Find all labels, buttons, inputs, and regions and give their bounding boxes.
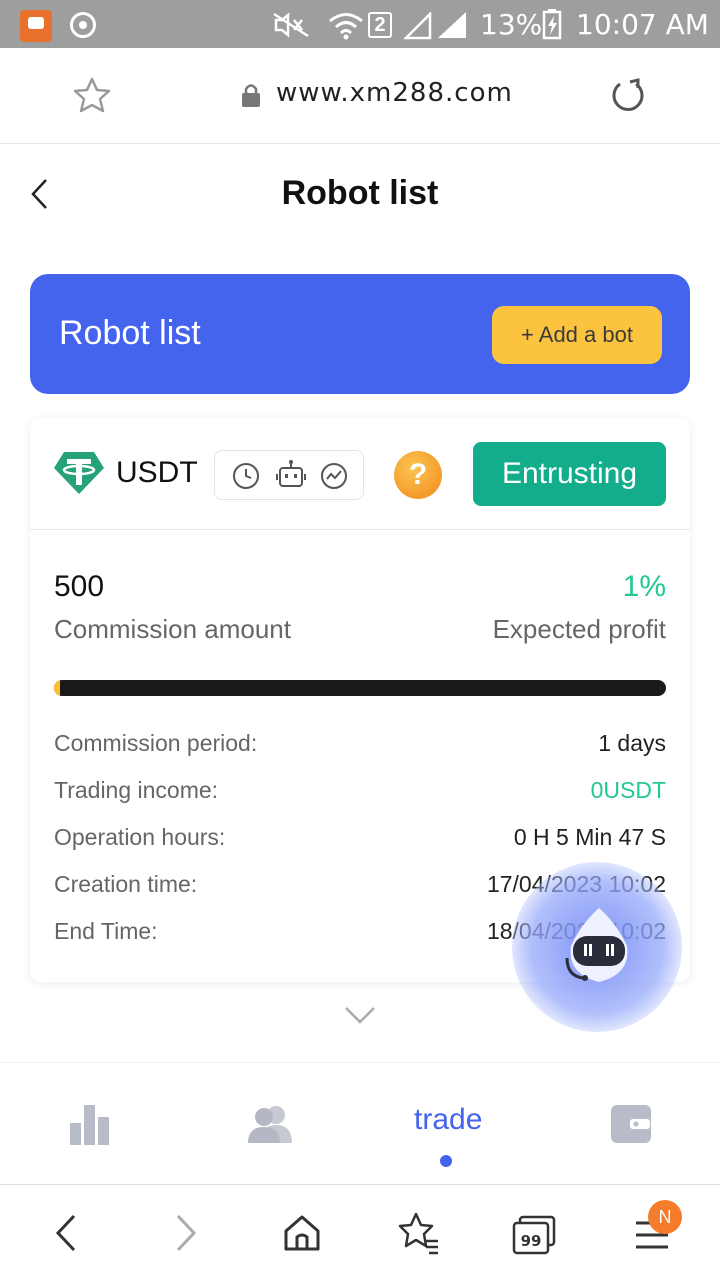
users-icon bbox=[248, 1106, 292, 1143]
help-icon[interactable]: ? bbox=[394, 451, 442, 499]
browser-forward-icon[interactable] bbox=[172, 1213, 200, 1253]
status-bar: 2 13% 10:07 AM bbox=[0, 0, 720, 48]
bookmark-star-icon[interactable] bbox=[72, 76, 112, 116]
sync-icon bbox=[70, 12, 96, 38]
chart-trend-icon[interactable] bbox=[319, 461, 349, 491]
detail-label: Creation time: bbox=[54, 871, 198, 897]
home-icon[interactable] bbox=[282, 1213, 322, 1253]
tab-markets[interactable] bbox=[40, 1063, 140, 1185]
tab-team[interactable] bbox=[220, 1063, 320, 1185]
active-tab-indicator bbox=[440, 1155, 452, 1167]
add-bot-button[interactable]: + Add a bot bbox=[492, 306, 662, 364]
detail-row-trading-income: Trading income: 0USDT bbox=[54, 777, 666, 807]
detail-row-operation-hours: Operation hours: 0 H 5 Min 47 S bbox=[54, 824, 666, 854]
expected-profit-value: 1% bbox=[622, 570, 666, 603]
page-header: Robot list bbox=[0, 144, 720, 244]
support-assistant-button[interactable] bbox=[512, 862, 682, 1032]
tab-label: trade bbox=[414, 1103, 483, 1136]
robot-card-header: USDT ? Entrusting bbox=[30, 418, 690, 530]
detail-label: Commission period: bbox=[54, 730, 258, 756]
sim-slot-indicator: 2 bbox=[368, 12, 392, 38]
progress-bar bbox=[54, 680, 666, 696]
detail-label: Operation hours: bbox=[54, 824, 226, 850]
detail-label: Trading income: bbox=[54, 777, 219, 803]
app-tab-bar: trade bbox=[0, 1062, 720, 1184]
battery-percent: 13% bbox=[480, 8, 543, 41]
clock-icon[interactable] bbox=[231, 461, 261, 491]
expected-profit-label: Expected profit bbox=[492, 614, 666, 644]
reload-icon[interactable] bbox=[608, 76, 648, 116]
entrusting-button[interactable]: Entrusting bbox=[473, 442, 666, 506]
clock: 10:07 AM bbox=[576, 8, 709, 41]
coin-name: USDT bbox=[116, 456, 198, 489]
svg-text:99: 99 bbox=[521, 1232, 542, 1250]
progress-fill bbox=[54, 680, 61, 696]
detail-value: 0USDT bbox=[590, 777, 666, 803]
bar-chart-icon bbox=[70, 1105, 109, 1145]
browser-back-icon[interactable] bbox=[52, 1213, 80, 1253]
page-title: Robot list bbox=[281, 174, 439, 212]
bookmarks-icon[interactable] bbox=[396, 1211, 440, 1255]
browser-address-bar: www.xm288.com bbox=[0, 48, 720, 144]
banner-title: Robot list bbox=[59, 314, 201, 352]
battery-charging-icon bbox=[542, 9, 562, 40]
robot-action-icons bbox=[214, 450, 364, 500]
menu-notification-badge: N bbox=[648, 1200, 682, 1234]
detail-value: 1 days bbox=[598, 730, 666, 756]
tab-wallet[interactable] bbox=[580, 1063, 680, 1185]
tab-trade[interactable]: trade bbox=[400, 1063, 500, 1185]
tether-logo-icon bbox=[54, 452, 104, 494]
wallet-icon bbox=[611, 1105, 651, 1143]
robot-assistant-icon bbox=[565, 908, 628, 982]
commission-amount-label: Commission amount bbox=[54, 614, 291, 644]
robot-icon[interactable] bbox=[275, 459, 307, 491]
commission-amount-value: 500 bbox=[54, 570, 105, 603]
robot-list-banner: Robot list + Add a bot bbox=[30, 274, 690, 394]
detail-row-commission-period: Commission period: 1 days bbox=[54, 730, 666, 760]
chevron-down-icon[interactable] bbox=[344, 1004, 376, 1026]
url-text[interactable]: www.xm288.com bbox=[276, 78, 513, 108]
browser-bottom-nav: 99 bbox=[0, 1184, 720, 1280]
detail-label: End Time: bbox=[54, 918, 158, 944]
screen: 2 13% 10:07 AM www.xm288.com Robot list … bbox=[0, 0, 720, 1280]
wifi-icon bbox=[329, 13, 363, 40]
signal-icon bbox=[404, 12, 466, 40]
mute-icon bbox=[273, 12, 309, 38]
app-notification-icon bbox=[20, 10, 52, 42]
detail-value: 0 H 5 Min 47 S bbox=[513, 824, 666, 850]
lock-icon bbox=[242, 84, 260, 107]
tabs-icon[interactable]: 99 bbox=[512, 1215, 556, 1255]
